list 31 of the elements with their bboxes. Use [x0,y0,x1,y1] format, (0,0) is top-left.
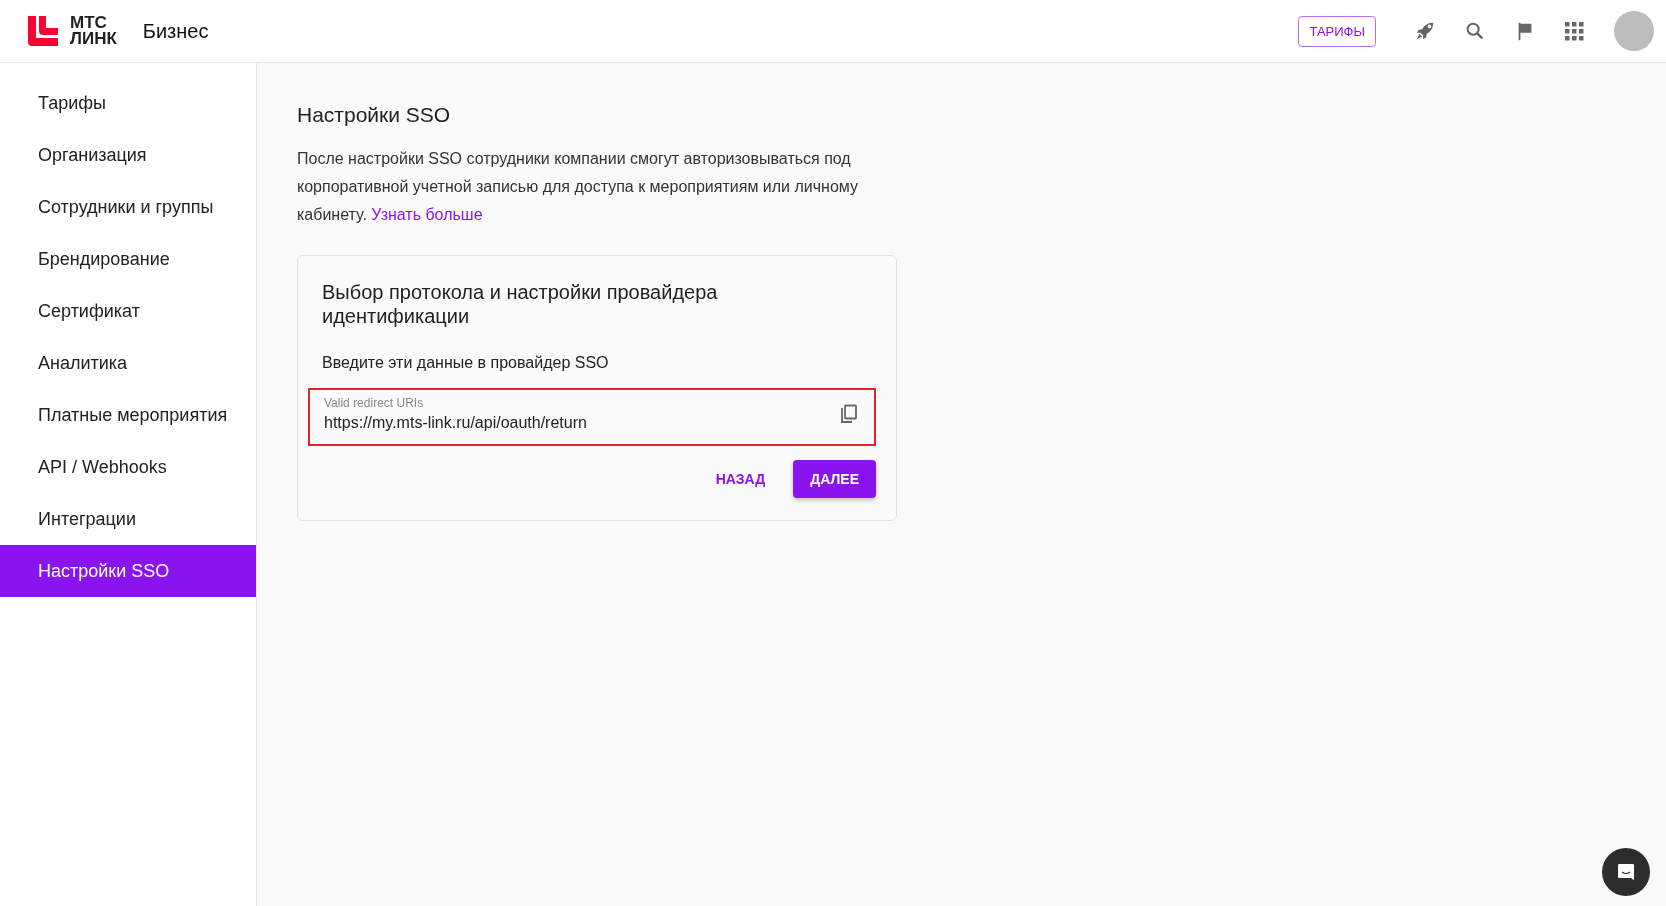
back-button[interactable]: НАЗАД [709,460,772,498]
copy-icon[interactable] [840,404,858,424]
field-label: Valid redirect URIs [324,396,425,410]
logo-text: МТС [70,15,108,31]
chat-button[interactable] [1602,848,1650,896]
field-value: https://my.mts-link.ru/api/oauth/return [324,414,587,432]
card-title: Выбор протокола и настройки провайдера идентификации [322,280,719,328]
tariffs-button[interactable]: ТАРИФЫ [1298,15,1376,47]
sidebar-item[interactable]: Сертификат [0,285,256,337]
sidebar-item[interactable]: Платные мероприятия [0,389,256,441]
sidebar-item[interactable]: Организация [0,129,256,181]
description-text: После настройки SSO сотрудники компании смогут авторизовываться под корпоративной учетной записью для доступа к мероприятиям или личному кабинету. Узнать больше [297,149,860,225]
sidebar-item[interactable]: Интеграции [0,493,256,545]
product-name: Бизнес [142,19,209,43]
sidebar-item[interactable]: Брендирование [0,233,256,285]
instruction-text: Введите эти данные в провайдер SSO [322,354,610,372]
search-icon[interactable] [1464,20,1486,42]
page-title: Настройки SSO [297,103,452,127]
sidebar-item[interactable]: Тарифы [0,77,256,129]
sidebar-item[interactable]: API / Webhooks [0,441,256,493]
sidebar-item[interactable]: Аналитика [0,337,256,389]
apps-grid-icon[interactable] [1564,21,1584,41]
rocket-icon[interactable] [1414,20,1436,42]
logo-icon [28,16,58,46]
next-button[interactable]: ДАЛЕЕ [793,460,876,498]
redirect-uri-field[interactable]: Valid redirect URIs https://my.mts-link.ru/api/oauth/return [308,388,876,446]
sidebar-item[interactable]: Настройки SSO [0,545,256,597]
logo-text: ЛИНК [70,31,117,47]
learn-more-link[interactable]: Узнать больше [371,206,483,223]
sidebar-item[interactable]: Сотрудники и группы [0,181,256,233]
chat-icon [1616,862,1636,882]
